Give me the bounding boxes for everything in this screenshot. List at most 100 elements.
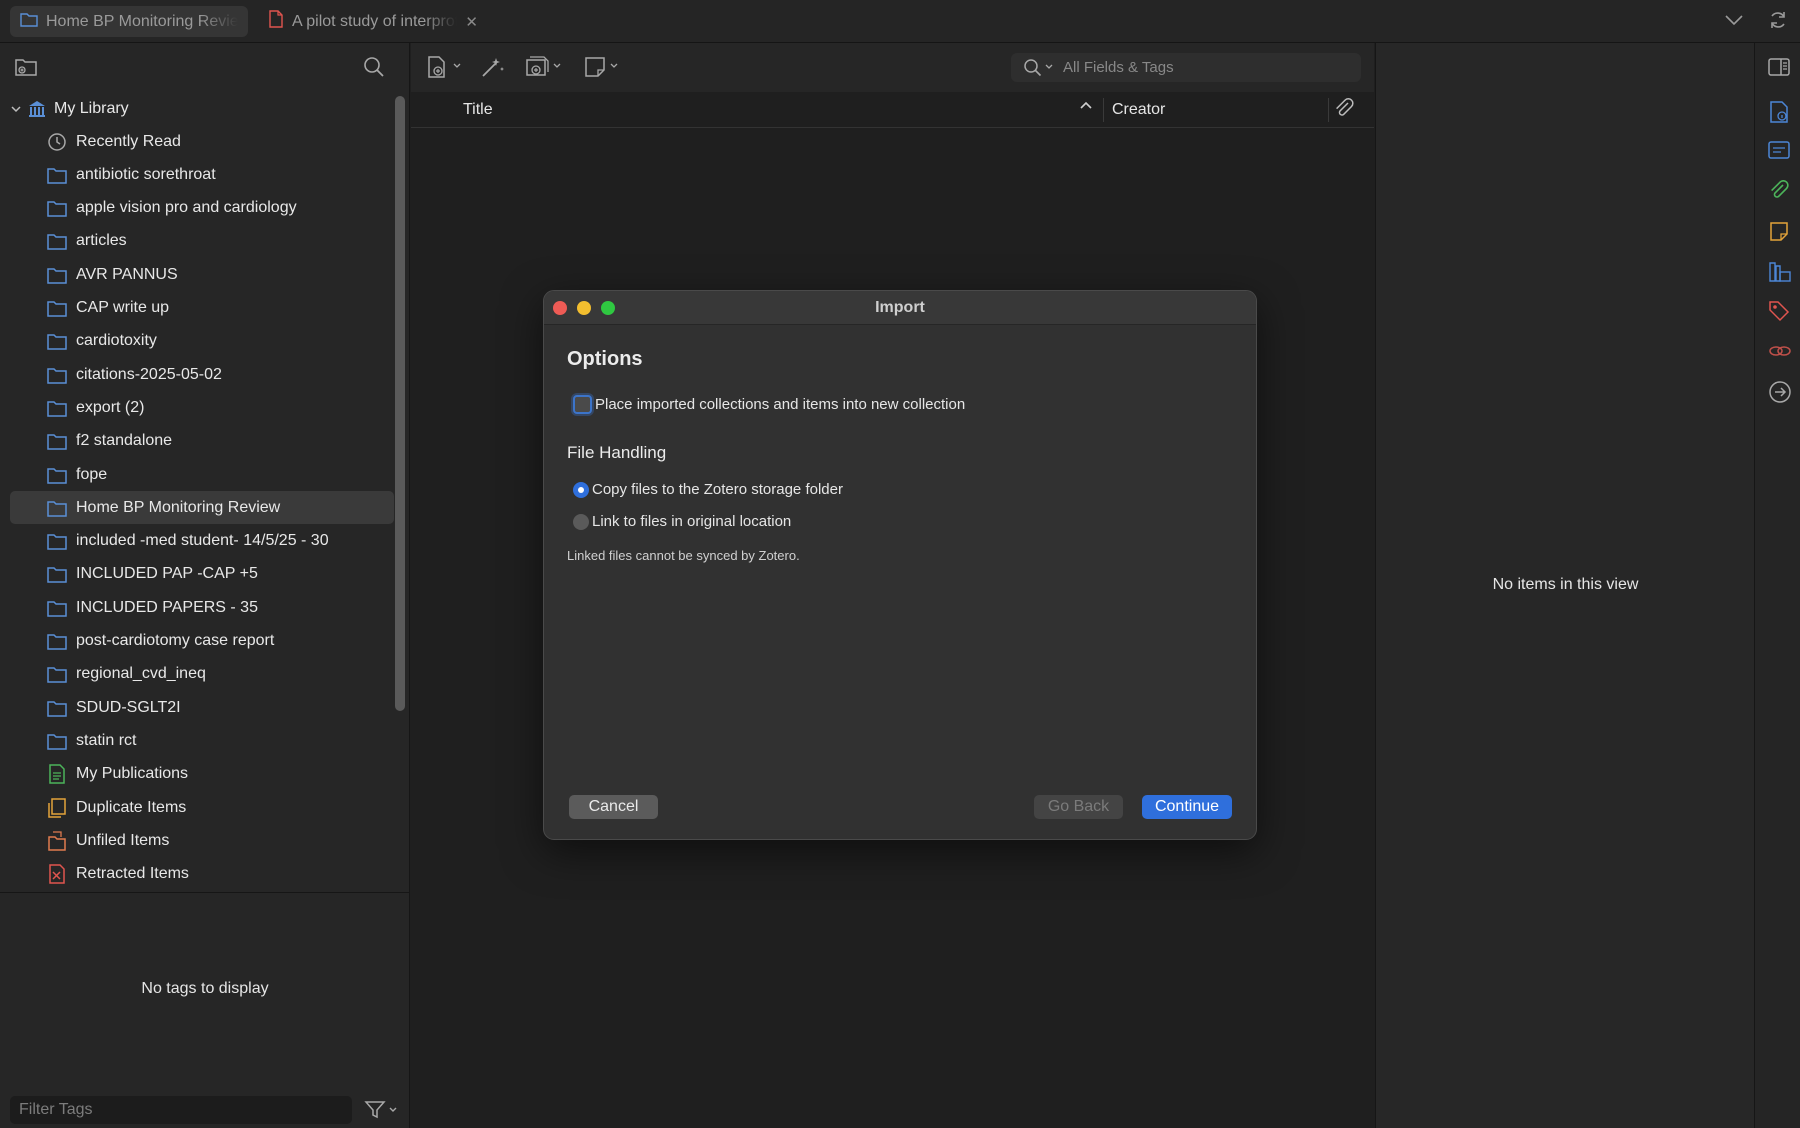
collection-item[interactable]: Recently Read — [10, 125, 394, 158]
search-icon[interactable] — [362, 55, 386, 84]
no-tags-message: No tags to display — [141, 980, 269, 997]
folder-icon — [46, 498, 68, 518]
add-attachment-icon[interactable] — [524, 55, 566, 84]
collection-item[interactable]: AVR PANNUS — [10, 258, 394, 291]
tags-section-icon[interactable] — [1768, 300, 1790, 327]
collection-label: articles — [76, 232, 127, 250]
new-note-icon[interactable] — [583, 55, 623, 84]
column-separator[interactable] — [1328, 98, 1329, 122]
filter-tags-input[interactable] — [10, 1096, 352, 1124]
collection-item[interactable]: statin rct — [10, 724, 394, 757]
link-files-option[interactable]: Link to files in original location — [573, 513, 791, 530]
column-title[interactable]: Title — [463, 101, 493, 119]
collection-label: fope — [76, 465, 108, 483]
column-header: Title Creator — [411, 92, 1374, 128]
column-separator[interactable] — [1103, 98, 1104, 122]
collection-item[interactable]: fope — [10, 458, 394, 491]
folder-icon — [46, 165, 68, 185]
attachment-column-icon[interactable] — [1333, 98, 1355, 125]
filter-icon[interactable] — [364, 1099, 400, 1126]
search-field[interactable] — [1011, 53, 1361, 82]
folder-icon — [20, 11, 38, 32]
collection-item[interactable]: articles — [10, 225, 394, 258]
chevron-down-icon[interactable] — [1724, 10, 1744, 35]
new-collection-icon[interactable] — [14, 55, 40, 84]
copy-files-radio[interactable] — [573, 481, 589, 498]
folder-icon — [46, 398, 68, 418]
new-collection-checkbox[interactable] — [573, 395, 592, 414]
magic-wand-icon[interactable] — [480, 55, 506, 84]
toggle-pane-icon[interactable] — [1768, 57, 1790, 82]
info-section-icon[interactable] — [1768, 100, 1790, 129]
clock-icon — [46, 132, 68, 152]
unfiled-icon — [46, 831, 68, 851]
folder-icon — [46, 731, 68, 751]
collection-item[interactable]: CAP write up — [10, 292, 394, 325]
new-collection-label[interactable]: Place imported collections and items int… — [595, 396, 965, 413]
close-icon[interactable]: ✕ — [465, 13, 478, 31]
folder-icon — [46, 298, 68, 318]
folder-icon — [46, 531, 68, 551]
collection-item[interactable]: regional_cvd_ineq — [10, 658, 394, 691]
folder-icon — [46, 631, 68, 651]
collection-item[interactable]: included -med student- 14/5/25 - 30 — [10, 525, 394, 558]
collection-item[interactable]: apple vision pro and cardiology — [10, 192, 394, 225]
chevron-down-icon[interactable] — [10, 103, 26, 115]
collection-item[interactable]: Home BP Monitoring Review — [10, 491, 394, 525]
new-collection-option[interactable]: Place imported collections and items int… — [573, 395, 965, 414]
collections-scrollbar[interactable] — [395, 96, 405, 711]
collection-item[interactable]: citations-2025-05-02 — [10, 358, 394, 391]
locate-icon[interactable] — [1768, 380, 1792, 409]
tab-home-bp[interactable]: Home BP Monitoring Review — [10, 6, 248, 37]
notes-section-icon[interactable] — [1768, 220, 1790, 247]
related-section-icon[interactable] — [1768, 340, 1792, 367]
cancel-button[interactable]: Cancel — [569, 795, 658, 819]
link-files-label[interactable]: Link to files in original location — [592, 513, 791, 530]
collection-label: statin rct — [76, 731, 137, 749]
column-creator[interactable]: Creator — [1112, 101, 1165, 119]
collection-label: regional_cvd_ineq — [76, 665, 206, 683]
link-files-radio[interactable] — [573, 513, 589, 530]
filter-tags-field[interactable] — [10, 1096, 352, 1124]
my-library-label: My Library — [54, 99, 129, 117]
go-back-button[interactable]: Go Back — [1034, 795, 1123, 819]
libraries-collections-icon[interactable] — [1768, 260, 1792, 289]
collection-item[interactable]: export (2) — [10, 391, 394, 424]
abstract-section-icon[interactable] — [1768, 140, 1790, 165]
retracted-icon — [46, 864, 68, 884]
collection-item[interactable]: cardiotoxity — [10, 325, 394, 358]
collection-label: apple vision pro and cardiology — [76, 199, 297, 217]
sync-icon[interactable] — [1768, 10, 1788, 35]
collection-item[interactable]: Duplicate Items — [10, 791, 394, 824]
folder-icon — [46, 231, 68, 251]
collection-item[interactable]: antibiotic sorethroat — [10, 158, 394, 191]
collection-item[interactable]: Retracted Items — [10, 858, 394, 891]
collection-item[interactable]: post-cardiotomy case report — [10, 625, 394, 658]
my-library-row[interactable]: My Library — [10, 92, 394, 125]
tab-bar: Home BP Monitoring Review A pilot study … — [0, 0, 1800, 43]
collections-toolbar — [0, 43, 409, 92]
attachments-section-icon[interactable] — [1768, 179, 1790, 207]
collection-label: INCLUDED PAP -CAP +5 — [76, 565, 258, 583]
pdf-icon — [268, 10, 284, 33]
linked-files-note: Linked files cannot be synced by Zotero. — [567, 548, 800, 563]
sort-ascending-icon[interactable] — [1079, 99, 1093, 116]
collection-item[interactable]: My Publications — [10, 758, 394, 791]
collection-label: Recently Read — [76, 132, 181, 150]
search-input[interactable] — [1063, 59, 1361, 76]
copy-files-label[interactable]: Copy files to the Zotero storage folder — [592, 481, 843, 498]
collection-item[interactable]: INCLUDED PAPERS - 35 — [10, 591, 394, 624]
collection-item[interactable]: f2 standalone — [10, 425, 394, 458]
tab-pilot-study[interactable]: A pilot study of interprofessional ✕ — [258, 6, 488, 37]
collection-item[interactable]: Unfiled Items — [10, 824, 394, 857]
tab-label: A pilot study of interprofessional — [292, 12, 458, 30]
collection-item[interactable]: INCLUDED PAP -CAP +5 — [10, 558, 394, 591]
search-icon[interactable] — [1023, 58, 1057, 78]
collection-label: Unfiled Items — [76, 831, 170, 849]
tab-label: Home BP Monitoring Review — [46, 12, 238, 30]
collection-item[interactable]: SDUD-SGLT2I — [10, 691, 394, 724]
continue-button[interactable]: Continue — [1142, 795, 1232, 819]
collection-label: post-cardiotomy case report — [76, 632, 275, 649]
new-item-icon[interactable] — [426, 55, 466, 84]
copy-files-option[interactable]: Copy files to the Zotero storage folder — [573, 481, 843, 498]
